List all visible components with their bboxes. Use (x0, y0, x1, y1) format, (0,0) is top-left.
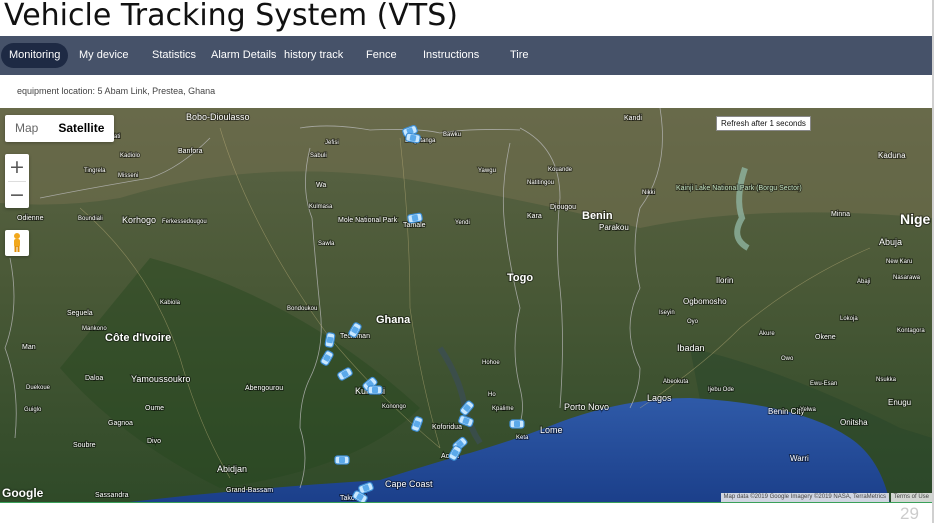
zoom-in-button[interactable]: + (5, 154, 29, 180)
location-bar: equipment location: 5 Abam Link, Prestea… (0, 75, 932, 108)
vehicle-marker[interactable] (404, 132, 422, 144)
map-type-satellite-button[interactable]: Satellite (48, 115, 114, 142)
vehicle-layer (319, 124, 525, 503)
nav-item-my-device[interactable]: My device (79, 43, 129, 68)
nav-bar: Monitoring My device Statistics Alarm De… (0, 36, 932, 75)
nav-item-fence[interactable]: Fence (366, 43, 397, 68)
vehicle-marker[interactable] (458, 399, 476, 417)
vehicle-marker[interactable] (324, 331, 336, 349)
zoom-out-button[interactable]: − (5, 182, 29, 208)
pegman-icon (14, 233, 20, 252)
vehicle-marker[interactable] (406, 212, 424, 224)
page-title: Vehicle Tracking System (VTS) (4, 0, 458, 33)
nav-item-history-track[interactable]: history track (284, 43, 343, 68)
satellite-map[interactable]: Bobo-Dioulasso Banfora Korhogo Ferkessed… (0, 108, 932, 503)
slide-number: 29 (900, 504, 919, 523)
vehicle-marker[interactable] (319, 349, 335, 367)
page-border (932, 0, 934, 523)
street-view-pegman-button[interactable] (5, 230, 29, 256)
map-attribution: Map data ©2019 Google Imagery ©2019 NASA… (720, 493, 889, 502)
map-type-map-button[interactable]: Map (5, 115, 48, 142)
equipment-location: equipment location: 5 Abam Link, Prestea… (17, 86, 216, 96)
map-type-control: Map Satellite (5, 115, 115, 142)
refresh-indicator[interactable]: Refresh after 1 seconds (716, 116, 811, 131)
google-logo: Google (2, 486, 44, 500)
nav-item-monitoring[interactable]: Monitoring (1, 43, 69, 68)
vehicle-marker[interactable] (347, 321, 363, 339)
zoom-control: + − (5, 154, 29, 208)
vehicle-marker[interactable] (457, 414, 475, 428)
nav-item-instructions[interactable]: Instructions (423, 43, 479, 68)
vehicle-marker[interactable] (447, 444, 463, 462)
nav-item-statistics[interactable]: Statistics (152, 43, 196, 68)
vehicle-marker[interactable] (334, 455, 350, 465)
footer-divider (0, 502, 932, 503)
vehicle-marker[interactable] (336, 366, 354, 382)
vehicle-marker[interactable] (410, 415, 424, 433)
terms-of-use-link[interactable]: Terms of Use (890, 493, 932, 502)
nav-item-tire[interactable]: Tire (510, 43, 529, 68)
vehicle-marker[interactable] (367, 385, 383, 395)
nav-item-alarm-details[interactable]: Alarm Details (211, 43, 276, 68)
vehicle-marker[interactable] (509, 419, 525, 429)
